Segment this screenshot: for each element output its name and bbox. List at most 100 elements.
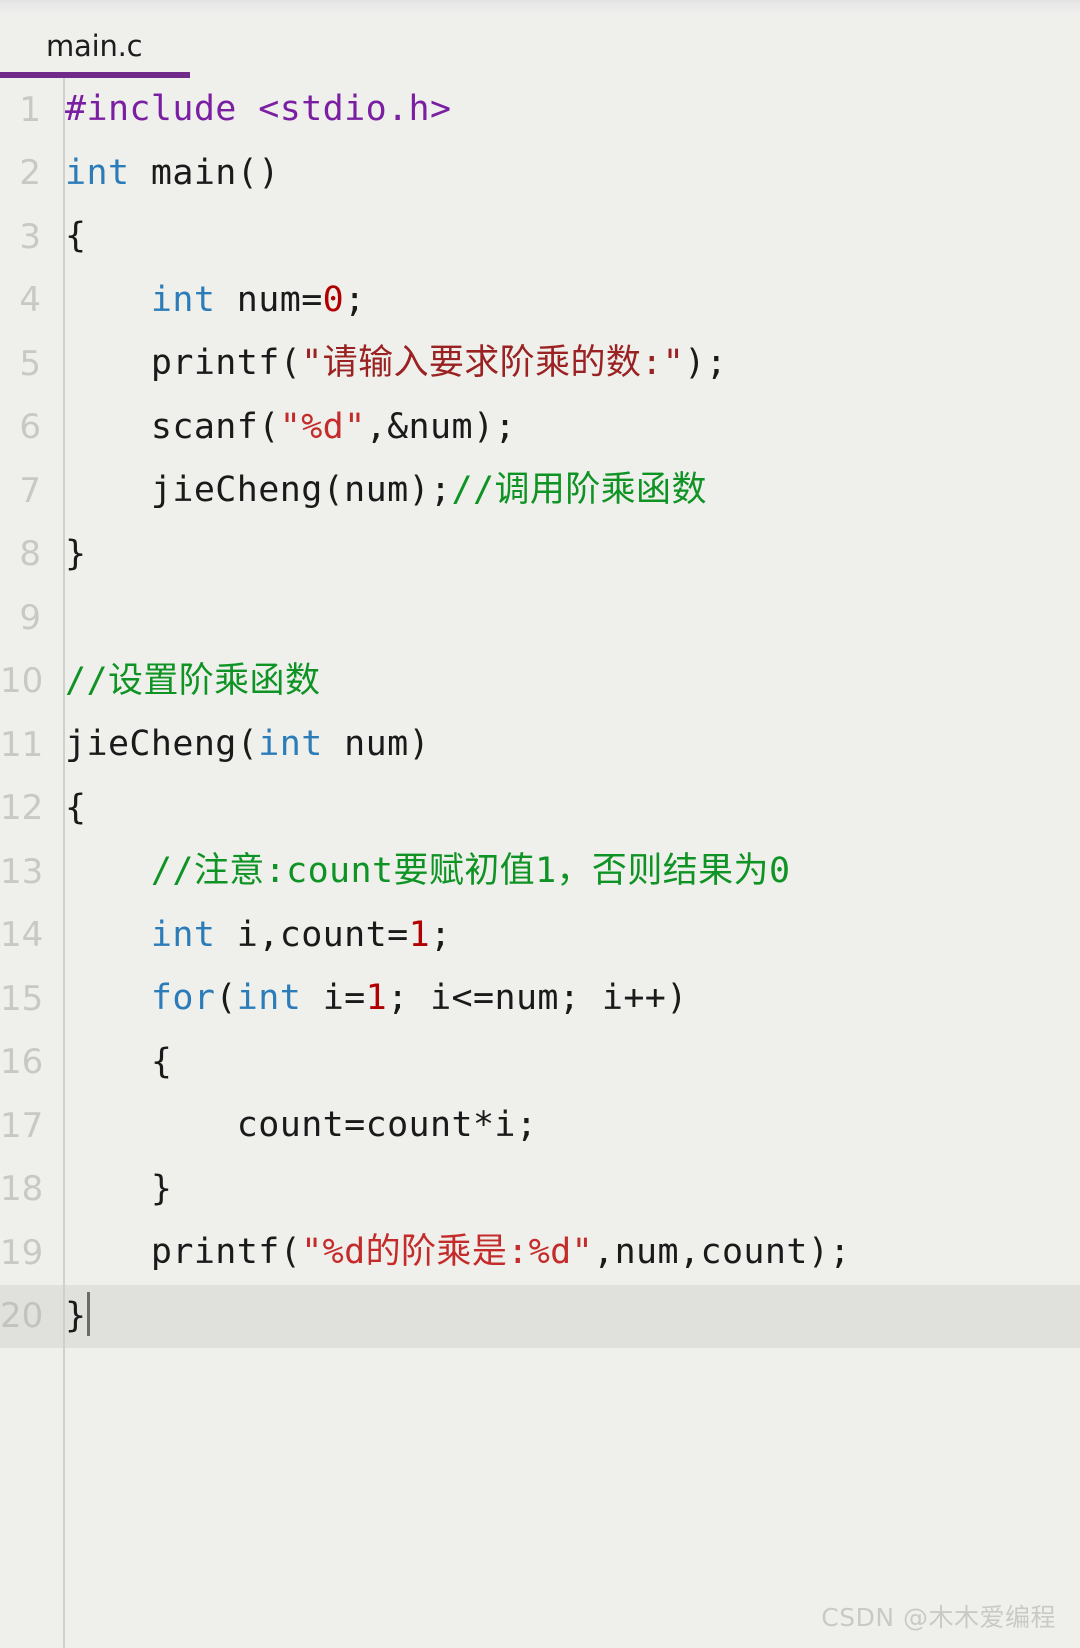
code-token: i=	[301, 978, 366, 1018]
line-content[interactable]: printf("请输入要求阶乘的数:");	[52, 332, 1080, 396]
line-content[interactable]: count=count*i;	[52, 1094, 1080, 1158]
line-content[interactable]: {	[52, 777, 1080, 841]
line-content[interactable]: }	[52, 523, 1080, 587]
code-line[interactable]: 15 for(int i=1; i<=num; i++)	[0, 967, 1080, 1031]
code-editor-window: main.c 1 #include <stdio.h> 2 int main() 3{4…	[0, 0, 1080, 1648]
code-token: printf(	[65, 343, 302, 383]
code-editor-surface[interactable]: 1 #include <stdio.h> 2 int main() 3{4 int nu…	[0, 78, 1080, 1648]
code-token: jieCheng(num);	[65, 470, 452, 510]
tab-main-c[interactable]: main.c	[0, 14, 190, 78]
code-token: "%d的阶乘是:%d"	[301, 1232, 594, 1272]
code-token: num=	[215, 279, 323, 320]
code-token: //注意:count要赋初值1，否则结果为0	[150, 851, 791, 891]
code-token: 0	[322, 279, 345, 320]
line-content[interactable]: jieCheng(num);//调用阶乘函数	[52, 459, 1080, 523]
code-line[interactable]: 10 //设置阶乘函数	[0, 650, 1080, 714]
line-number: 7	[19, 470, 41, 511]
line-content[interactable]: #include <stdio.h>	[52, 78, 1080, 142]
code-token: main()	[129, 152, 280, 193]
line-content[interactable]: {	[52, 205, 1080, 269]
code-token: int	[150, 914, 216, 955]
line-content[interactable]: //设置阶乘函数	[52, 650, 1080, 714]
code-token: scanf(	[65, 406, 280, 447]
line-number: 13	[0, 851, 44, 892]
code-token: 1	[365, 978, 388, 1018]
line-number: 15	[0, 978, 44, 1019]
code-token: (	[215, 978, 237, 1018]
line-content[interactable]: }	[52, 1285, 1080, 1349]
line-content[interactable]: jieCheng(int num)	[52, 713, 1080, 777]
code-line[interactable]: 6 scanf("%d",&num);	[0, 396, 1080, 460]
line-content[interactable]: scanf("%d",&num);	[52, 396, 1080, 460]
code-token: for	[150, 978, 216, 1018]
code-token: }	[65, 1295, 87, 1336]
code-token: {	[65, 787, 87, 828]
line-number: 8	[19, 534, 41, 575]
line-number: 16	[0, 1042, 44, 1083]
code-token: #include <stdio.h>	[65, 89, 452, 129]
window-top-edge	[0, 0, 1080, 14]
code-token: int	[236, 978, 302, 1018]
line-number: 19	[0, 1232, 44, 1273]
code-token: printf(	[65, 1232, 302, 1272]
code-line[interactable]: 11 jieCheng(int num)	[0, 713, 1080, 777]
code-line[interactable]: 13 //注意:count要赋初值1，否则结果为0	[0, 840, 1080, 904]
line-number: 12	[0, 788, 44, 829]
code-token: i,count=	[215, 914, 409, 955]
line-content[interactable]: int i,count=1;	[52, 904, 1080, 968]
code-line[interactable]: 5 printf("请输入要求阶乘的数:");	[0, 332, 1080, 396]
line-number: 6	[19, 407, 41, 448]
code-lines-container[interactable]: 1 #include <stdio.h> 2 int main() 3{4 int nu…	[0, 78, 1080, 1348]
line-content[interactable]: printf("%d的阶乘是:%d",num,count);	[52, 1221, 1080, 1285]
line-content[interactable]: int num=0;	[52, 269, 1080, 333]
code-line[interactable]: 7 jieCheng(num);//调用阶乘函数	[0, 459, 1080, 523]
code-line[interactable]: 20}	[0, 1284, 1080, 1349]
line-number: 5	[19, 343, 41, 384]
code-token: );	[684, 343, 728, 383]
code-line[interactable]: 4 int num=0;	[0, 269, 1080, 333]
line-content[interactable]: //注意:count要赋初值1，否则结果为0	[52, 840, 1080, 904]
code-line[interactable]: 16 {	[0, 1031, 1080, 1095]
line-number: 20	[0, 1296, 44, 1337]
gutter-divider	[63, 78, 65, 1648]
code-line[interactable]: 19 printf("%d的阶乘是:%d",num,count);	[0, 1221, 1080, 1285]
code-token: ; i<=num; i++)	[387, 978, 688, 1018]
code-token: //设置阶乘函数	[65, 660, 321, 701]
code-line[interactable]: 2 int main()	[0, 142, 1080, 206]
code-token: int	[150, 279, 216, 320]
line-number: 1	[19, 89, 41, 130]
code-token: ;	[430, 914, 452, 955]
line-number: 2	[19, 153, 41, 194]
line-number: 9	[19, 597, 41, 638]
code-line[interactable]: 12 {	[0, 777, 1080, 841]
code-token: {	[65, 216, 87, 256]
code-token: "请输入要求阶乘的数:"	[301, 343, 685, 383]
code-line[interactable]: 9	[0, 586, 1080, 650]
line-number: 17	[0, 1105, 44, 1146]
line-content[interactable]: for(int i=1; i<=num; i++)	[52, 967, 1080, 1031]
code-line[interactable]: 17 count=count*i;	[0, 1094, 1080, 1158]
code-token: ,&num);	[365, 406, 516, 447]
code-line[interactable]: 1 #include <stdio.h>	[0, 78, 1080, 142]
code-line[interactable]: 14 int i,count=1;	[0, 904, 1080, 968]
code-token: int	[258, 724, 323, 764]
code-line[interactable]: 3{	[0, 205, 1080, 269]
code-token: "%d"	[279, 406, 366, 447]
code-token: ;	[344, 279, 366, 320]
text-caret	[87, 1291, 91, 1336]
code-token: jieCheng(	[65, 724, 259, 764]
tab-label: main.c	[46, 29, 143, 63]
code-token: }	[65, 533, 87, 574]
line-content[interactable]: int main()	[52, 142, 1080, 206]
line-content[interactable]: }	[52, 1158, 1080, 1222]
code-line[interactable]: 8}	[0, 523, 1080, 587]
code-line[interactable]: 18 }	[0, 1158, 1080, 1222]
code-token: 1	[408, 914, 431, 955]
line-content[interactable]: {	[52, 1031, 1080, 1095]
code-token: ,num,count);	[593, 1232, 851, 1272]
line-number: 3	[19, 216, 41, 257]
